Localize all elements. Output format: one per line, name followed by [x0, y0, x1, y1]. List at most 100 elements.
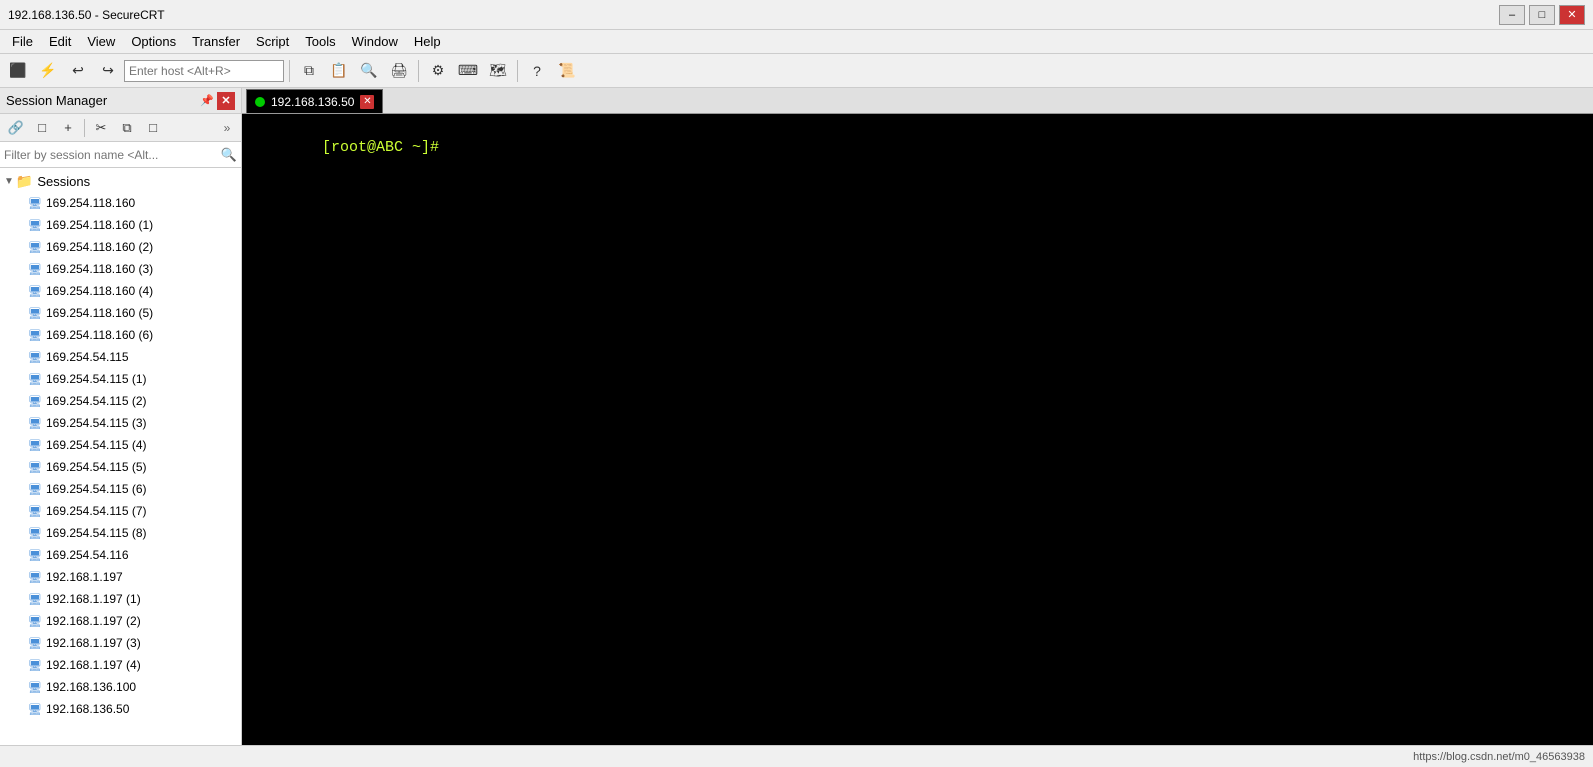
toolbar-separator-1 — [289, 60, 290, 82]
session-view-button[interactable]: □ — [30, 117, 54, 139]
host-input[interactable] — [124, 60, 284, 82]
session-item-label: 169.254.54.115 (3) — [46, 416, 147, 430]
session-item-label: 192.168.136.100 — [46, 680, 136, 694]
menu-help[interactable]: Help — [406, 32, 449, 51]
sessions-root[interactable]: ▼ 📁 Sessions — [0, 170, 241, 192]
menu-file[interactable]: File — [4, 32, 41, 51]
menu-script[interactable]: Script — [248, 32, 297, 51]
pin-button[interactable]: 📌 — [199, 93, 215, 109]
filter-input[interactable] — [0, 142, 217, 167]
filter-search-button[interactable]: 🔍 — [217, 143, 241, 167]
session-item[interactable]: 🖥192.168.1.197 — [0, 566, 241, 588]
active-tab[interactable]: 192.168.136.50 ✕ — [246, 89, 383, 113]
session-icon: 🖥 — [28, 703, 42, 716]
session-icon: 🖥 — [28, 615, 42, 628]
menu-bar: File Edit View Options Transfer Script T… — [0, 30, 1593, 54]
session-add-button[interactable]: + — [56, 117, 80, 139]
toolbar-separator-3 — [517, 60, 518, 82]
close-button[interactable]: ✕ — [1559, 5, 1585, 25]
find-button[interactable]: 🔍 — [355, 58, 383, 84]
right-pane: 192.168.136.50 ✕ [root@ABC ~]# — [242, 88, 1593, 745]
session-item-label: 169.254.118.160 (6) — [46, 328, 153, 342]
session-item[interactable]: 🖥 169.254.54.115 (6) — [0, 478, 241, 500]
disconnect-button[interactable]: ↪ — [94, 58, 122, 84]
session-item[interactable]: 🖥169.254.118.160 (1) — [0, 214, 241, 236]
session-item-label: 169.254.54.116 — [46, 548, 129, 562]
print-button[interactable]: 🖨 — [385, 58, 413, 84]
new-session-button[interactable]: ⬛ — [4, 58, 32, 84]
session-item[interactable]: 🖥169.254.54.116 — [0, 544, 241, 566]
main-area: Session Manager 📌 ✕ 🔗 □ + ✂ ⧉ □ » 🔍 ▼ — [0, 88, 1593, 745]
session-link-button[interactable]: 🔗 — [4, 117, 28, 139]
main-toolbar: ⬛ ⚡ ↩ ↪ ⧉ 📋 🔍 🖨 ⚙ ⌨ 🗺 ? 📜 — [0, 54, 1593, 88]
tab-label: 192.168.136.50 — [271, 95, 354, 109]
panel-close-button[interactable]: ✕ — [217, 92, 235, 110]
session-item[interactable]: 🖥169.254.54.115 (7) — [0, 500, 241, 522]
session-panel-header: Session Manager 📌 ✕ — [0, 88, 241, 114]
session-item[interactable]: 🖥169.254.118.160 — [0, 192, 241, 214]
menu-transfer[interactable]: Transfer — [184, 32, 248, 51]
session-item[interactable]: 🖥169.254.118.160 (5) — [0, 302, 241, 324]
session-item[interactable]: 🖥169.254.54.115 (1) — [0, 368, 241, 390]
session-item[interactable]: 🖥192.168.136.100 — [0, 676, 241, 698]
menu-options[interactable]: Options — [123, 32, 184, 51]
session-item[interactable]: 🖥169.254.54.115 (4) — [0, 434, 241, 456]
session-item[interactable]: 🖥 169.254.118.160 (6) — [0, 324, 241, 346]
quick-connect-button[interactable]: ⚡ — [34, 58, 62, 84]
panel-expand-button[interactable]: » — [217, 118, 237, 138]
session-item-label: 169.254.54.115 (1) — [46, 372, 147, 386]
menu-tools[interactable]: Tools — [297, 32, 343, 51]
session-item-label: 192.168.1.197 (4) — [46, 658, 141, 672]
session-item[interactable]: 🖥192.168.1.197 (3) — [0, 632, 241, 654]
status-url: https://blog.csdn.net/m0_46563938 — [1413, 751, 1585, 763]
session-item[interactable]: 🖥192.168.1.197 (4) — [0, 654, 241, 676]
session-item-label: 169.254.118.160 (1) — [46, 218, 153, 232]
menu-edit[interactable]: Edit — [41, 32, 79, 51]
clone-button[interactable]: ⧉ — [295, 58, 323, 84]
session-icon: 🖥 — [28, 505, 42, 518]
session-item[interactable]: 🖥169.254.118.160 (2) — [0, 236, 241, 258]
session-tree[interactable]: ▼ 📁 Sessions 🖥169.254.118.160🖥169.254.11… — [0, 168, 241, 745]
session-item-label: 169.254.54.115 (5) — [46, 460, 147, 474]
settings-button[interactable]: ⚙ — [424, 58, 452, 84]
session-item[interactable]: 🖥192.168.1.197 (2) — [0, 610, 241, 632]
session-icon: 🖥 — [28, 329, 42, 342]
session-item-label: 192.168.1.197 (1) — [46, 592, 141, 606]
session-item[interactable]: 🖥192.168.1.197 (1) — [0, 588, 241, 610]
session-item[interactable]: 🖥169.254.118.160 (3) — [0, 258, 241, 280]
help-button[interactable]: ? — [523, 58, 551, 84]
session-item[interactable]: 🖥169.254.54.115 (8) — [0, 522, 241, 544]
maximize-button[interactable]: □ — [1529, 5, 1555, 25]
session-cut-button[interactable]: ✂ — [89, 117, 113, 139]
session-item-label: 169.254.118.160 (2) — [46, 240, 153, 254]
terminal-area[interactable]: [root@ABC ~]# — [242, 114, 1593, 745]
session-item-label: 169.254.54.115 — [46, 350, 129, 364]
session-items-list: 🖥169.254.118.160🖥169.254.118.160 (1)🖥169… — [0, 192, 241, 720]
session-panel-controls: 📌 ✕ — [199, 92, 235, 110]
keymap-button[interactable]: ⌨ — [454, 58, 482, 84]
session-icon: 🖥 — [28, 285, 42, 298]
map-button[interactable]: 🗺 — [484, 58, 512, 84]
copy-button[interactable]: 📋 — [325, 58, 353, 84]
session-item-label: 169.254.54.115 (6) — [46, 482, 147, 496]
session-item[interactable]: 🖥169.254.54.115 (2) — [0, 390, 241, 412]
session-item[interactable]: 🖥169.254.54.115 — [0, 346, 241, 368]
session-clone-button[interactable]: ⧉ — [115, 117, 139, 139]
session-item[interactable]: 🖥169.254.54.115 (5) — [0, 456, 241, 478]
session-item-label: 192.168.136.50 — [46, 702, 129, 716]
session-paste-button[interactable]: □ — [141, 117, 165, 139]
session-item[interactable]: 🖥169.254.118.160 (4) — [0, 280, 241, 302]
scripting-button[interactable]: 📜 — [553, 58, 581, 84]
menu-view[interactable]: View — [79, 32, 123, 51]
session-item[interactable]: 🖥169.254.54.115 (3) — [0, 412, 241, 434]
reconnect-button[interactable]: ↩ — [64, 58, 92, 84]
filter-row: 🔍 — [0, 142, 241, 168]
minimize-button[interactable]: – — [1499, 5, 1525, 25]
window-title: 192.168.136.50 - SecureCRT — [8, 8, 165, 22]
session-item[interactable]: 🖥 192.168.136.50 — [0, 698, 241, 720]
status-bar: https://blog.csdn.net/m0_46563938 — [0, 745, 1593, 767]
session-icon: 🖥 — [28, 571, 42, 584]
tab-close-button[interactable]: ✕ — [360, 95, 374, 109]
session-icon: 🖥 — [28, 483, 42, 496]
menu-window[interactable]: Window — [344, 32, 406, 51]
